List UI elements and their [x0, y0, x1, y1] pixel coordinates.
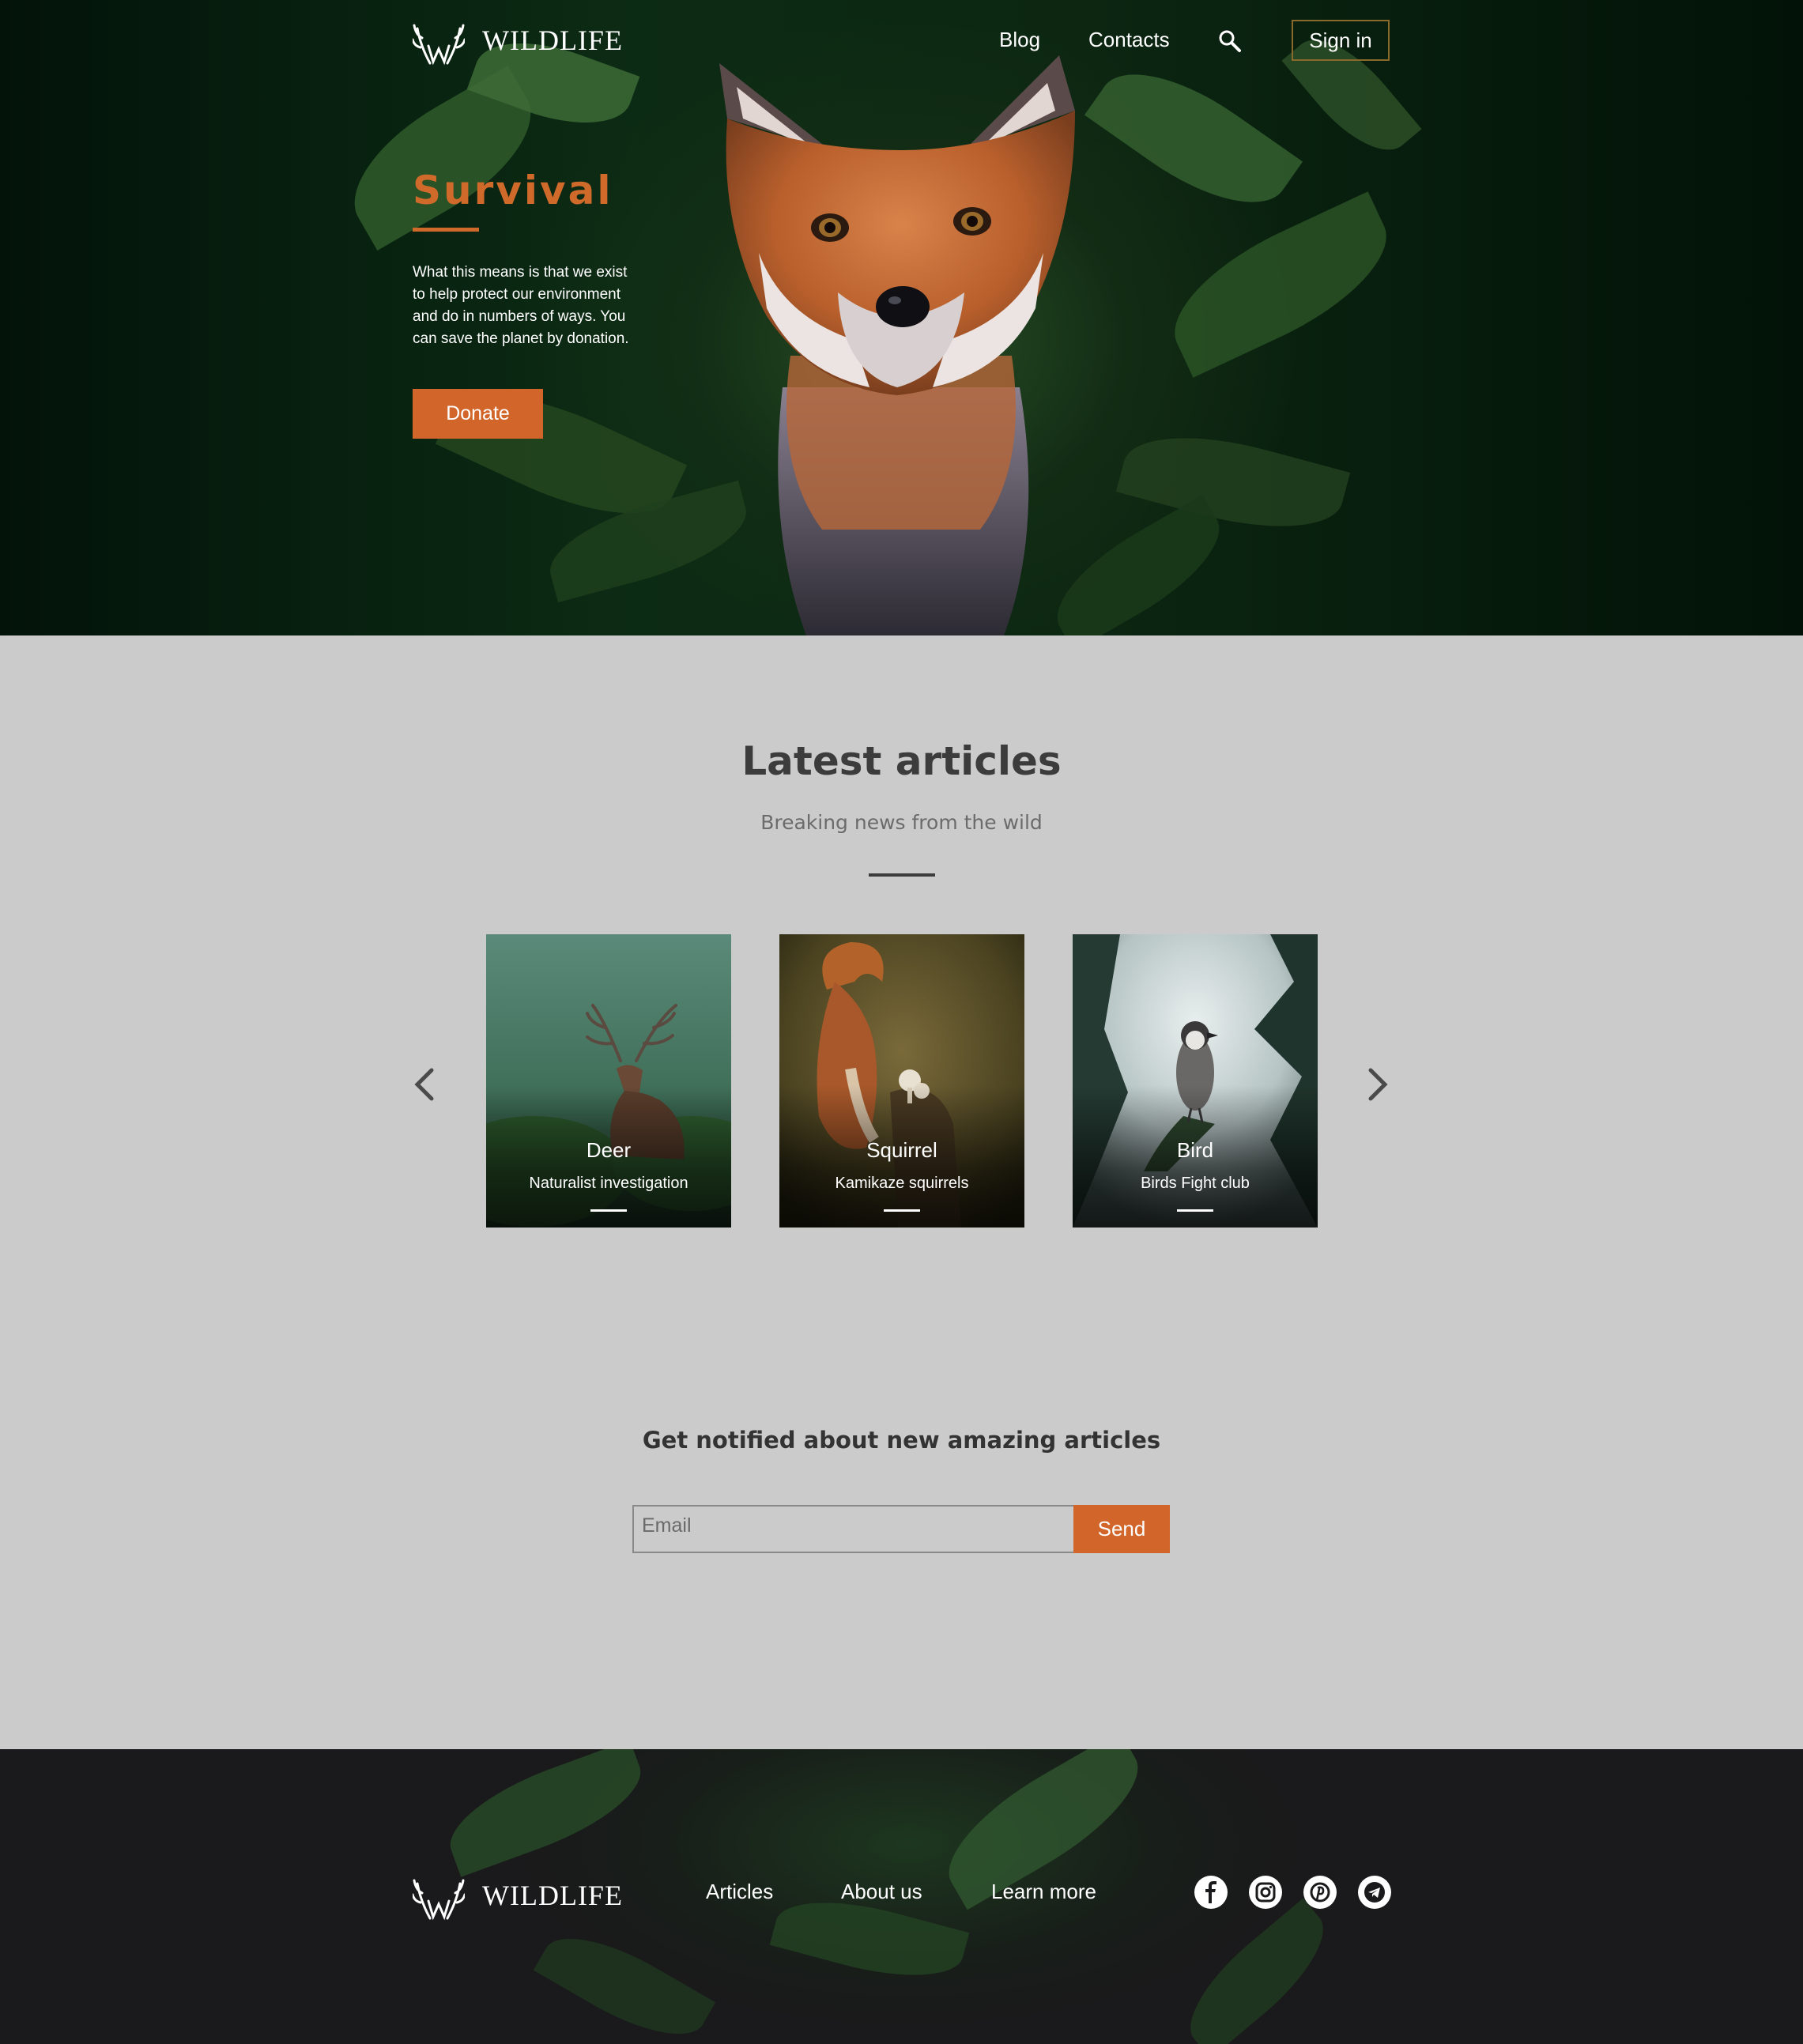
instagram-icon: [1255, 1882, 1276, 1903]
footer-brand-logo[interactable]: WILDLIFE: [413, 1869, 623, 1921]
card-subtitle: Birds Fight club: [1141, 1175, 1250, 1192]
antlers-icon: [413, 1879, 465, 1921]
hero-banner: WILDLIFE Blog Contacts Sign in Survival …: [0, 0, 1803, 635]
brand-name: WILDLIFE: [482, 25, 623, 56]
fox-illustration: [719, 55, 1075, 635]
card-title: Deer: [586, 1138, 632, 1162]
newsletter-title: Get notified about new amazing articles: [642, 1427, 1161, 1454]
section-subtitle: Breaking news from the wild: [760, 811, 1043, 834]
section-divider: [869, 873, 935, 877]
hero-divider: [413, 228, 479, 232]
card-title: Bird: [1176, 1138, 1214, 1162]
article-card-deer[interactable]: Deer Naturalist investigation: [486, 934, 731, 1228]
card-divider: [590, 1209, 627, 1212]
foliage-decoration: [533, 1915, 716, 2044]
search-button[interactable]: [1217, 28, 1243, 54]
hero-copy: Survival What this means is that we exis…: [413, 168, 650, 350]
instagram-link[interactable]: [1249, 1876, 1282, 1909]
chevron-left-icon: [414, 1068, 434, 1101]
brand-name: WILDLIFE: [482, 1880, 623, 1911]
nav-link-contacts[interactable]: Contacts: [1088, 28, 1170, 52]
facebook-link[interactable]: [1194, 1876, 1228, 1909]
email-field[interactable]: [632, 1505, 1075, 1553]
footer-link-learn-more[interactable]: Learn more: [991, 1880, 1096, 1904]
telegram-link[interactable]: [1358, 1876, 1391, 1909]
donate-button[interactable]: Donate: [413, 389, 543, 439]
hero-title: Survival: [413, 168, 613, 213]
carousel-next-button[interactable]: [1358, 1061, 1398, 1108]
footer-link-about-us[interactable]: About us: [841, 1880, 922, 1904]
card-subtitle: Kamikaze squirrels: [835, 1175, 969, 1192]
pinterest-icon: [1310, 1882, 1330, 1903]
card-divider: [1177, 1209, 1213, 1212]
article-card-squirrel[interactable]: Squirrel Kamikaze squirrels: [779, 934, 1024, 1228]
facebook-icon: [1205, 1881, 1216, 1903]
foliage-decoration: [436, 1749, 654, 1877]
foliage-decoration: [1152, 191, 1409, 378]
sign-in-button[interactable]: Sign in: [1292, 20, 1390, 61]
antlers-icon: [413, 24, 465, 66]
footer-link-articles[interactable]: Articles: [706, 1880, 773, 1904]
hero-description: What this means is that we exist to help…: [413, 264, 629, 347]
top-navigation: WILDLIFE Blog Contacts Sign in: [0, 0, 1803, 82]
footer: WILDLIFE Articles About us Learn more: [0, 1749, 1803, 2044]
card-subtitle: Naturalist investigation: [529, 1175, 688, 1192]
section-title: Latest articles: [741, 738, 1062, 784]
card-title: Squirrel: [866, 1138, 937, 1162]
card-divider: [884, 1209, 920, 1212]
foliage-decoration: [1170, 1898, 1344, 2044]
pinterest-link[interactable]: [1303, 1876, 1337, 1909]
carousel-prev-button[interactable]: [405, 1061, 444, 1108]
search-icon: [1219, 30, 1241, 52]
chevron-right-icon: [1368, 1068, 1388, 1101]
send-button[interactable]: Send: [1073, 1505, 1170, 1553]
nav-link-blog[interactable]: Blog: [999, 28, 1040, 52]
brand-logo[interactable]: WILDLIFE: [413, 14, 623, 66]
telegram-icon: [1364, 1882, 1385, 1903]
article-card-bird[interactable]: Bird Birds Fight club: [1073, 934, 1318, 1228]
